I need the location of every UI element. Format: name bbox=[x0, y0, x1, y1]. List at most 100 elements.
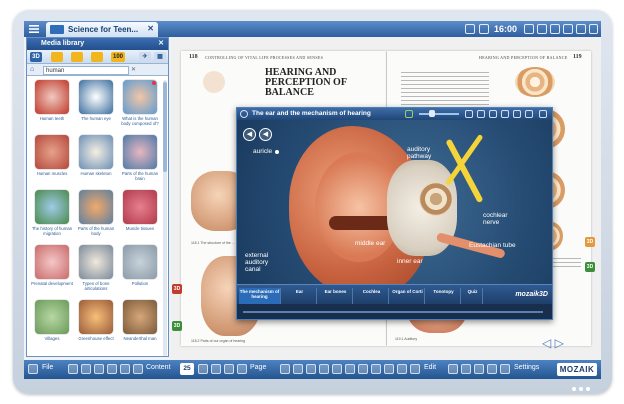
scrollbar-thumb[interactable] bbox=[163, 82, 167, 172]
video-filter-icon[interactable] bbox=[71, 52, 83, 62]
gear-icon[interactable] bbox=[487, 364, 497, 374]
double-page-icon[interactable] bbox=[237, 364, 247, 374]
share-icon[interactable] bbox=[477, 110, 485, 118]
count-filter-button[interactable]: 100 bbox=[111, 52, 125, 62]
3d-badge-left[interactable]: 3D bbox=[172, 284, 182, 294]
media-item-pollution[interactable]: Pollution bbox=[118, 245, 162, 300]
3d-badge-right[interactable]: 3D bbox=[585, 237, 595, 247]
text-icon[interactable] bbox=[384, 364, 394, 374]
media-item-parts-of-body[interactable]: Parts of the human body bbox=[74, 190, 118, 245]
notes-icon[interactable] bbox=[94, 364, 104, 374]
mail-icon[interactable] bbox=[524, 24, 534, 34]
globe-icon[interactable] bbox=[500, 364, 510, 374]
tab-tonotopy[interactable]: Tonotopy bbox=[427, 288, 461, 304]
media-item-human-eye[interactable]: The human eye bbox=[74, 80, 118, 135]
grid-view-icon[interactable]: ▦ bbox=[154, 52, 166, 62]
eraser-icon[interactable] bbox=[358, 364, 368, 374]
undo-icon[interactable] bbox=[280, 364, 290, 374]
keyboard-icon[interactable] bbox=[28, 364, 38, 374]
marker-icon[interactable] bbox=[319, 364, 329, 374]
highlighter-icon[interactable] bbox=[332, 364, 342, 374]
media-item-human-skeleton[interactable]: Human skeleton bbox=[74, 135, 118, 190]
filter-3d-button[interactable]: 3D bbox=[30, 52, 42, 62]
media-item-human-migration[interactable]: The history of human migration bbox=[30, 190, 74, 245]
pencil-icon[interactable] bbox=[371, 364, 381, 374]
color-icon[interactable] bbox=[397, 364, 407, 374]
redo-icon[interactable] bbox=[293, 364, 303, 374]
info-icon[interactable] bbox=[501, 110, 509, 118]
user-icon[interactable] bbox=[479, 24, 489, 34]
close-tab-icon[interactable]: ✕ bbox=[147, 24, 154, 33]
media-item-human-muscles[interactable]: Human muscles bbox=[30, 135, 74, 190]
home-icon[interactable]: ⌂ bbox=[30, 66, 34, 73]
minimize-icon[interactable] bbox=[563, 24, 573, 34]
volume-slider-knob[interactable] bbox=[429, 110, 435, 117]
timeline-track[interactable] bbox=[243, 311, 543, 313]
media-item-human-body[interactable]: What is the human body composed of? bbox=[118, 80, 162, 135]
tab-mechanism-of-hearing[interactable]: The mechanism of hearing bbox=[239, 288, 281, 304]
close-app-icon[interactable] bbox=[589, 24, 598, 34]
fullscreen-icon[interactable] bbox=[513, 110, 521, 118]
media-item-human-brain[interactable]: Parts of the human brain bbox=[118, 135, 162, 190]
help-icon[interactable] bbox=[537, 24, 547, 34]
player-menu-icon[interactable] bbox=[240, 110, 248, 118]
clear-search-icon[interactable]: ✕ bbox=[131, 66, 136, 73]
media-item-greenhouse-effect[interactable]: Greenhouse effect bbox=[74, 300, 118, 355]
zoom-in-icon[interactable] bbox=[211, 364, 221, 374]
media-item-prenatal-development[interactable]: Prenatal development bbox=[30, 245, 74, 300]
close-panel-icon[interactable]: ✕ bbox=[158, 39, 164, 47]
speaker-icon[interactable]: ◀ bbox=[243, 128, 256, 141]
camera-icon[interactable] bbox=[489, 110, 497, 118]
file-menu[interactable]: File bbox=[42, 364, 53, 371]
library-icon[interactable] bbox=[81, 364, 91, 374]
brush-icon[interactable] bbox=[345, 364, 355, 374]
search-input[interactable]: human bbox=[43, 66, 129, 75]
pen-icon[interactable] bbox=[306, 364, 316, 374]
image-filter-icon[interactable] bbox=[51, 52, 63, 62]
ruler-icon[interactable] bbox=[474, 364, 484, 374]
menu-icon[interactable] bbox=[27, 23, 41, 35]
tab-ear[interactable]: Ear bbox=[283, 288, 317, 304]
maximize-icon[interactable] bbox=[576, 24, 586, 34]
zoom-icon[interactable] bbox=[465, 110, 473, 118]
narration-icon[interactable]: ◀ bbox=[259, 128, 272, 141]
page-menu[interactable]: Page bbox=[250, 364, 266, 371]
book-tab[interactable]: Science for Teen... ✕ bbox=[46, 22, 158, 37]
volume-icon[interactable] bbox=[405, 110, 413, 118]
content-menu[interactable]: Content bbox=[146, 364, 171, 371]
media-library-scrollbar[interactable] bbox=[163, 80, 167, 356]
media-item-bone-articulations[interactable]: Types of bone articulations bbox=[74, 245, 118, 300]
bookshelf-icon[interactable] bbox=[68, 364, 78, 374]
media-item-villages[interactable]: Villages bbox=[30, 300, 74, 355]
media-item-muscle-tissues[interactable]: Muscle tissues bbox=[118, 190, 162, 245]
tab-quiz[interactable]: Quiz bbox=[463, 288, 483, 304]
tab-organ-of-corti[interactable]: Organ of Corti bbox=[391, 288, 425, 304]
pin-icon[interactable]: ✈ bbox=[139, 52, 151, 62]
link-icon[interactable] bbox=[461, 364, 471, 374]
tab-ear-bones[interactable]: Ear bones bbox=[319, 288, 353, 304]
fullscreen-icon[interactable] bbox=[550, 24, 560, 34]
media-item-neanderthal-man[interactable]: Neanderthal man bbox=[118, 300, 162, 355]
delete-icon[interactable] bbox=[410, 364, 420, 374]
media-item-human-teeth[interactable]: Human teeth bbox=[30, 80, 74, 135]
home-icon[interactable] bbox=[465, 24, 475, 34]
page-number-field[interactable]: 25 bbox=[180, 363, 194, 375]
page-nav-arrows[interactable]: ◁ ▷ bbox=[542, 336, 564, 350]
single-page-icon[interactable] bbox=[198, 364, 208, 374]
audio-filter-icon[interactable] bbox=[91, 52, 103, 62]
minimize-icon[interactable] bbox=[525, 110, 533, 118]
3d-badge-left-green[interactable]: 3D bbox=[172, 321, 182, 331]
bulb-icon[interactable] bbox=[133, 364, 143, 374]
tab-cochlea[interactable]: Cochlea bbox=[355, 288, 389, 304]
edit-menu[interactable]: Edit bbox=[424, 364, 436, 371]
tools-icon[interactable] bbox=[107, 364, 117, 374]
photo-icon[interactable] bbox=[448, 364, 458, 374]
ear-3d-scene[interactable]: ◀ ◀ auricle auditory pathway cochlear ne… bbox=[237, 120, 552, 284]
3d-badge-right-green[interactable]: 3D bbox=[585, 262, 595, 272]
settings-menu[interactable]: Settings bbox=[514, 364, 539, 371]
player-timeline[interactable] bbox=[237, 304, 552, 319]
volume-slider[interactable] bbox=[419, 113, 459, 115]
close-icon[interactable] bbox=[539, 110, 547, 118]
hammer-icon[interactable] bbox=[120, 364, 130, 374]
zoom-out-icon[interactable] bbox=[224, 364, 234, 374]
